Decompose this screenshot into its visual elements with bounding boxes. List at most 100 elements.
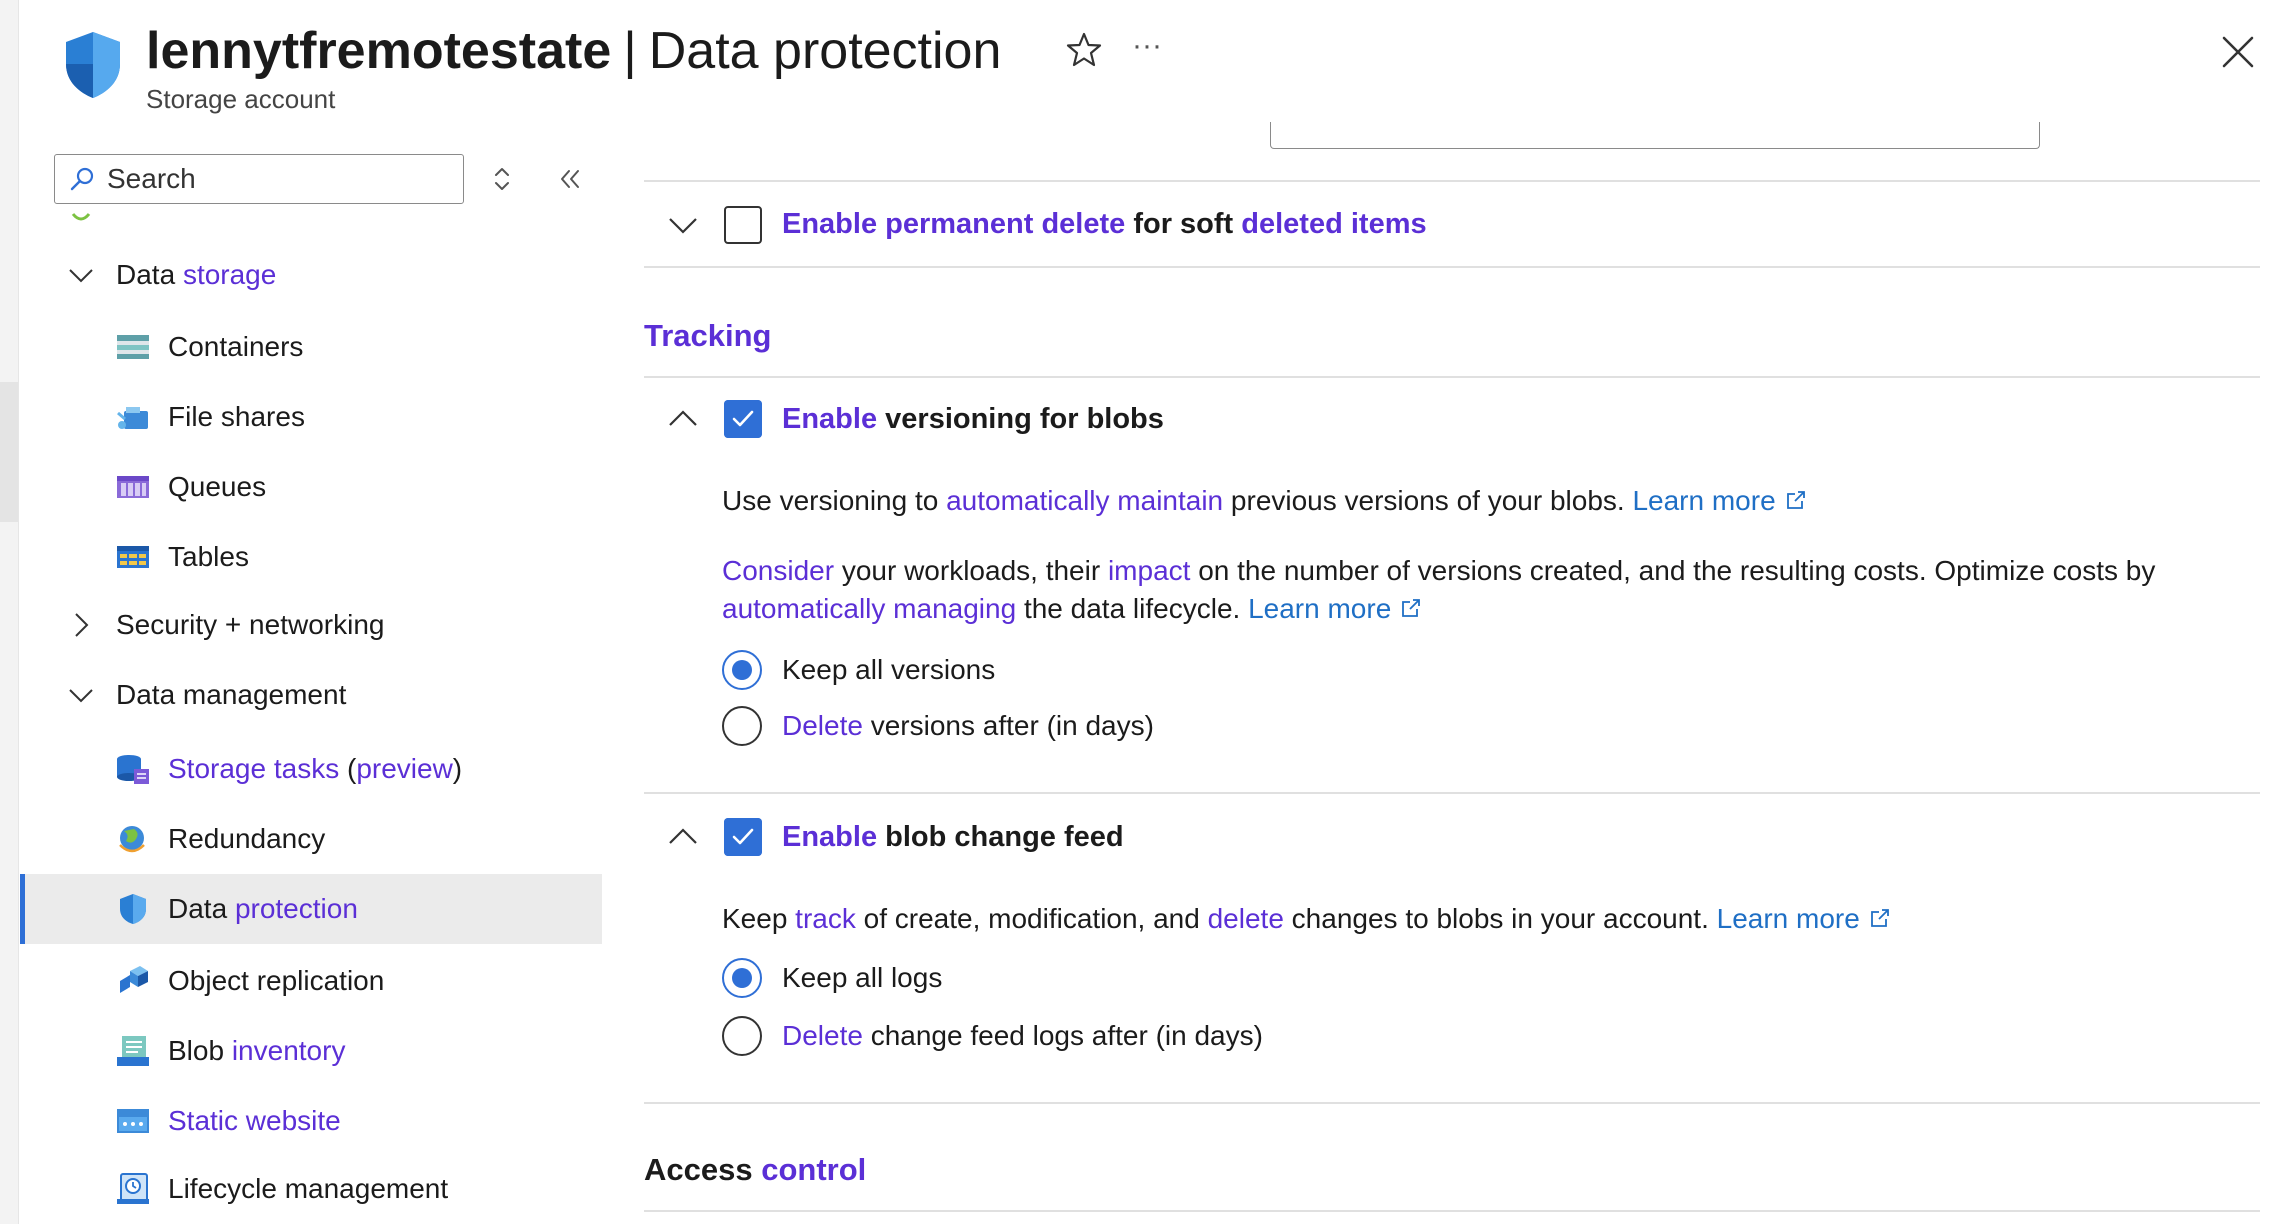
sidebar-item-label: Data protection — [168, 874, 358, 944]
text-part: your workloads, their — [834, 555, 1108, 586]
text-part: previous versions of your blobs. — [1223, 485, 1633, 516]
sidebar-item-containers[interactable]: Containers — [20, 312, 602, 382]
text-part: automatically managing — [722, 593, 1017, 624]
delete-logs-label: Delete change feed logs after (in days) — [782, 1020, 1263, 1052]
storage-tasks-icon — [117, 755, 149, 784]
learn-more-link[interactable]: Learn more — [1717, 903, 1860, 934]
delete-versions-radio[interactable] — [722, 706, 762, 746]
divider — [644, 180, 2260, 182]
external-link-icon[interactable] — [1868, 906, 1892, 930]
sidebar-item-label: File shares — [168, 401, 305, 432]
sidebar-item-label: Static website — [168, 1105, 341, 1136]
page-title: lennytfremotestate | Data protection — [146, 16, 1001, 86]
close-icon[interactable] — [2216, 30, 2260, 74]
change-feed-label: Enable blob change feed — [782, 821, 1124, 854]
label-part: Blob — [168, 1035, 225, 1066]
static-website-icon — [117, 1109, 149, 1133]
divider — [644, 1102, 2260, 1104]
divider — [644, 266, 2260, 268]
access-control-heading: Access control — [644, 1152, 866, 1188]
delete-versions-label: Delete versions after (in days) — [782, 710, 1154, 742]
search-input[interactable] — [107, 163, 447, 195]
chevron-down-icon[interactable] — [664, 206, 702, 244]
retention-days-input[interactable] — [1270, 122, 2040, 149]
sidebar-item-tables[interactable]: Tables — [20, 522, 602, 592]
label-part: preview — [356, 753, 453, 784]
label-part: for soft — [1125, 208, 1242, 240]
keep-all-logs-label: Keep all logs — [782, 962, 943, 993]
divider — [644, 792, 2260, 794]
text-part: control — [761, 1152, 867, 1187]
change-feed-checkbox[interactable] — [724, 818, 762, 856]
label-part: Storage tasks — [168, 753, 340, 784]
permanent-delete-label: Enable permanent delete for soft deleted… — [782, 208, 1427, 241]
external-link-icon[interactable] — [1399, 596, 1423, 620]
learn-more-link[interactable]: Learn more — [1248, 593, 1391, 624]
sidebar-item-label: Object replication — [168, 965, 385, 996]
sidebar-item-file-shares[interactable]: File shares — [20, 382, 602, 452]
text-part: change feed logs after (in days) — [862, 1020, 1263, 1051]
divider — [644, 376, 2260, 378]
sidebar-item-label: Tables — [168, 541, 249, 572]
sidebar-item-lifecycle-management[interactable]: Lifecycle management — [20, 1154, 602, 1224]
text-part: Delete — [782, 710, 863, 741]
queues-icon — [117, 476, 149, 498]
globe-icon — [119, 826, 145, 853]
chevron-right-icon — [75, 613, 89, 637]
nav-group-data-management[interactable]: Data management — [20, 660, 602, 730]
label-part: Enable — [782, 821, 878, 853]
chevron-down-icon — [69, 689, 93, 703]
favorite-star-icon[interactable] — [1064, 30, 1104, 70]
file-shares-icon — [117, 407, 148, 429]
sidebar-item-label: Redundancy — [168, 823, 326, 854]
keep-all-versions-radio[interactable] — [722, 650, 762, 690]
label-part: Enable — [782, 403, 878, 435]
gutter-handle — [0, 382, 18, 522]
nav-group-label: Security + networking — [116, 609, 385, 640]
sidebar-item-redundancy[interactable]: Redundancy — [20, 804, 602, 874]
storage-shield-icon — [66, 32, 120, 98]
nav-group-security-networking[interactable]: Security + networking — [20, 590, 602, 660]
chevron-up-icon[interactable] — [664, 818, 702, 856]
sidebar-item-blob-inventory[interactable]: Blob inventory — [20, 1016, 602, 1086]
sidebar-item-static-website[interactable]: Static website — [20, 1086, 602, 1156]
label-part: Data — [168, 893, 228, 924]
label-part: Data — [116, 259, 176, 290]
sidebar-item-label: Containers — [168, 331, 304, 362]
external-link-icon[interactable] — [1784, 488, 1808, 512]
sidebar-item-label: Lifecycle management — [168, 1173, 449, 1204]
permanent-delete-checkbox[interactable] — [724, 206, 762, 244]
text-part: Use versioning to — [722, 485, 947, 516]
text-part: Keep — [722, 903, 796, 934]
page-subtitle: Storage account — [146, 84, 336, 114]
search-icon — [70, 167, 94, 191]
delete-logs-radio[interactable] — [722, 1016, 762, 1056]
chevron-down-icon — [69, 269, 93, 283]
text-part: impact — [1107, 555, 1191, 586]
label-part: storage — [182, 259, 277, 290]
search-box[interactable] — [54, 154, 464, 204]
sidebar-item-label: Blob inventory — [168, 1016, 345, 1086]
text-part: Access — [644, 1152, 753, 1187]
tables-icon — [117, 546, 149, 568]
sidebar-item-data-protection[interactable]: Data protection — [20, 874, 602, 944]
nav-group-data-storage[interactable]: Data storage — [20, 240, 602, 310]
more-options-button[interactable]: ··· — [1132, 30, 1172, 70]
divider — [644, 1210, 2260, 1212]
label-part: protection — [234, 893, 358, 924]
learn-more-link[interactable]: Learn more — [1632, 485, 1775, 516]
keep-all-logs-radio[interactable] — [722, 958, 762, 998]
left-gutter — [0, 0, 19, 1224]
sort-updown-icon[interactable] — [488, 164, 516, 194]
resource-name: lennytfremotestate — [146, 22, 612, 80]
sidebar-item-queues[interactable]: Queues — [20, 452, 602, 522]
sidebar-item-storage-tasks[interactable]: Storage tasks (preview) — [20, 734, 602, 804]
chevron-up-icon[interactable] — [664, 400, 702, 438]
versioning-checkbox[interactable] — [724, 400, 762, 438]
sidebar-item-object-replication[interactable]: Object replication — [20, 946, 602, 1016]
text-part: changes to blobs in your account. — [1283, 903, 1717, 934]
partial-icon — [71, 213, 91, 221]
title-separator: | — [623, 22, 637, 80]
collapse-sidebar-icon[interactable] — [554, 164, 586, 194]
text-part: Consider — [722, 555, 835, 586]
